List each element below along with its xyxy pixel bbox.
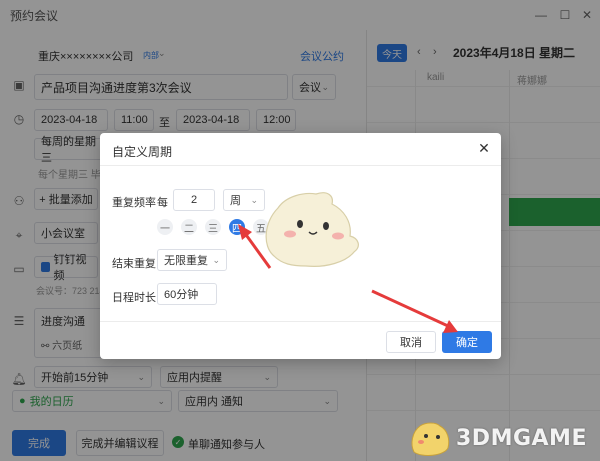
watermark-mascot-icon [411,422,450,456]
arrow-to-confirm [371,289,449,328]
watermark-text: 3DMGAME [456,425,587,451]
arrow-head [443,320,458,333]
arrow-head [238,224,252,240]
watermark: 3DMGAME [408,418,587,458]
mascot-sticker [265,192,359,267]
